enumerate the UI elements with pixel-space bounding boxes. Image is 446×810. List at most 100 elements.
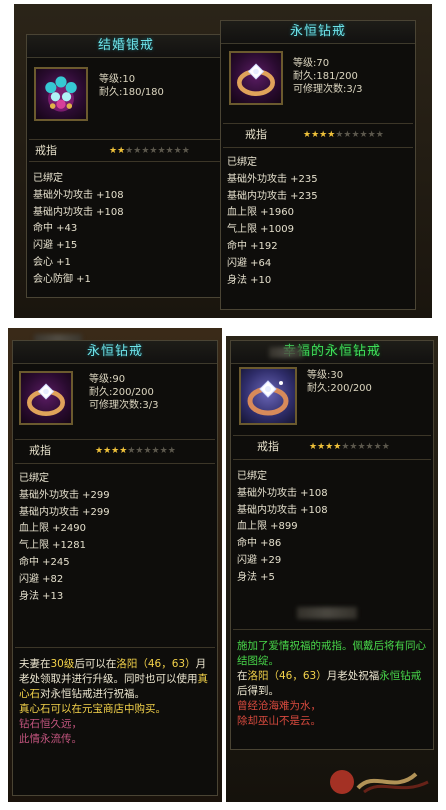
star-empty-icon: ★ bbox=[365, 442, 374, 452]
attr-row: 基础内功攻击 +299 bbox=[19, 506, 110, 518]
durability-text: 耐久:180/180 bbox=[99, 87, 164, 98]
bound-status: 已绑定 bbox=[33, 173, 63, 184]
attr-row: 身法 +13 bbox=[19, 590, 64, 602]
attr-row: 闪避 +29 bbox=[237, 554, 282, 566]
star-filled-icon: ★ bbox=[103, 446, 112, 456]
screenshot-top: 结婚银戒 等级:10 耐久:180/180 戒指 ★★★★★★★★★★ 已绑定 … bbox=[14, 4, 432, 318]
attr-row: 身法 +5 bbox=[237, 571, 275, 583]
star-empty-icon: ★ bbox=[351, 130, 360, 140]
star-filled-icon: ★ bbox=[109, 146, 118, 156]
blurred-region bbox=[269, 347, 303, 358]
attr-row: 命中 +192 bbox=[227, 240, 278, 252]
type-row: 戒指 ★★★★★★★★★★ bbox=[35, 143, 221, 159]
item-stats: 等级:10 耐久:180/180 bbox=[99, 73, 164, 99]
item-title: 幸福的永恒钻戒 bbox=[231, 341, 433, 364]
tooltip-wedding-silver-ring: 结婚银戒 等级:10 耐久:180/180 戒指 ★★★★★★★★★★ 已绑定 … bbox=[26, 34, 226, 298]
attr-row: 命中 +43 bbox=[33, 223, 78, 235]
tooltip-eternal-diamond-ring-90: 永恒钻戒 等级:90 耐久:200/200 可修理次数:3/3 戒指 ★★★★★… bbox=[12, 340, 218, 796]
bound-status: 已绑定 bbox=[237, 471, 267, 482]
poem-line: 钻石恒久远， bbox=[19, 718, 82, 730]
star-rating: ★★★★★★★★★★ bbox=[95, 443, 176, 459]
level-text: 等级:70 bbox=[293, 58, 330, 69]
attr-row: 基础外功攻击 +299 bbox=[19, 489, 110, 501]
repair-count-text: 可修理次数:3/3 bbox=[89, 400, 159, 411]
star-empty-icon: ★ bbox=[373, 442, 382, 452]
attr-row: 血上限 +1960 bbox=[227, 207, 295, 219]
attr-row: 血上限 +899 bbox=[237, 521, 298, 533]
attr-row: 基础内功攻击 +108 bbox=[237, 504, 328, 516]
attribute-list: 已绑定 基础外功攻击 +299 基础内功攻击 +299 血上限 +2490 气上… bbox=[19, 471, 110, 605]
poem-line: 除却巫山不是云。 bbox=[237, 715, 321, 727]
attr-row: 闪避 +64 bbox=[227, 257, 272, 269]
level-text: 等级:10 bbox=[99, 74, 136, 85]
attr-row: 气上限 +1009 bbox=[227, 224, 295, 236]
diamond-ring-icon bbox=[239, 367, 297, 425]
attribute-list: 已绑定 基础外功攻击 +235 基础内功攻击 +235 血上限 +1960 气上… bbox=[227, 155, 318, 289]
star-filled-icon: ★ bbox=[309, 442, 318, 452]
star-filled-icon: ★ bbox=[311, 130, 320, 140]
attr-row: 基础外功攻击 +108 bbox=[33, 189, 124, 201]
tooltip-blessed-eternal-diamond-ring: 幸福的永恒钻戒 等级:30 耐久:200/200 戒指 ★★★★★★★★★★ 已… bbox=[230, 340, 434, 750]
type-row: 戒指 ★★★★★★★★★★ bbox=[229, 127, 411, 143]
star-empty-icon: ★ bbox=[367, 130, 376, 140]
durability-text: 耐久:200/200 bbox=[307, 383, 372, 394]
type-row: 戒指 ★★★★★★★★★★ bbox=[21, 443, 211, 459]
diamond-ring-icon bbox=[19, 371, 73, 425]
durability-text: 耐久:200/200 bbox=[89, 387, 154, 398]
attr-row: 命中 +245 bbox=[19, 556, 70, 568]
item-title: 结婚银戒 bbox=[27, 35, 225, 58]
attr-row: 会心 +1 bbox=[33, 256, 71, 268]
attr-row: 血上限 +2490 bbox=[19, 523, 87, 535]
item-stats: 等级:30 耐久:200/200 bbox=[307, 369, 372, 395]
repair-count-text: 可修理次数:3/3 bbox=[293, 84, 363, 95]
poem-line: 曾经沧海难为水， bbox=[237, 700, 321, 712]
star-rating: ★★★★★★★★★★ bbox=[109, 143, 190, 159]
attr-row: 气上限 +1281 bbox=[19, 540, 87, 552]
type-label: 戒指 bbox=[245, 128, 267, 141]
tooltip-eternal-diamond-ring-70: 永恒钻戒 等级:70 耐久:181/200 可修理次数:3/3 戒指 ★★★★★… bbox=[220, 20, 416, 310]
poem-line: 此情永流传。 bbox=[19, 733, 82, 745]
star-empty-icon: ★ bbox=[173, 146, 182, 156]
attr-row: 基础外功攻击 +235 bbox=[227, 173, 318, 185]
star-rating: ★★★★★★★★★★ bbox=[309, 439, 390, 455]
item-stats: 等级:90 耐久:200/200 可修理次数:3/3 bbox=[89, 373, 158, 412]
star-empty-icon: ★ bbox=[157, 146, 166, 156]
level-text: 等级:90 bbox=[89, 374, 126, 385]
type-label: 戒指 bbox=[35, 144, 57, 157]
brooch-ring-icon bbox=[34, 67, 88, 121]
level-requirement: 30级 bbox=[50, 658, 75, 670]
attr-row: 基础内功攻击 +235 bbox=[227, 190, 318, 202]
star-empty-icon: ★ bbox=[375, 130, 384, 140]
star-empty-icon: ★ bbox=[159, 446, 168, 456]
bound-status: 已绑定 bbox=[19, 473, 49, 484]
attr-row: 闪避 +15 bbox=[33, 240, 78, 252]
location-link: 洛阳（46，63） bbox=[247, 670, 327, 682]
attribute-list: 已绑定 基础外功攻击 +108 基础内功攻击 +108 命中 +43 闪避 +1… bbox=[33, 171, 124, 289]
screenshot-bottom-left: 永恒钻戒 等级:90 耐久:200/200 可修理次数:3/3 戒指 ★★★★★… bbox=[8, 328, 222, 802]
item-description: 施加了爱情祝福的戒指。佩戴后将有同心结图绽。 在洛阳（46，63）月老处祝福永恒… bbox=[237, 639, 429, 729]
star-empty-icon: ★ bbox=[151, 446, 160, 456]
type-label: 戒指 bbox=[257, 440, 279, 453]
star-empty-icon: ★ bbox=[359, 130, 368, 140]
attr-row: 命中 +86 bbox=[237, 538, 282, 550]
attr-row: 闪避 +82 bbox=[19, 573, 64, 585]
diamond-ring-icon bbox=[229, 51, 283, 105]
type-row: 戒指 ★★★★★★★★★★ bbox=[239, 439, 429, 455]
star-empty-icon: ★ bbox=[357, 442, 366, 452]
star-empty-icon: ★ bbox=[167, 446, 176, 456]
star-filled-icon: ★ bbox=[317, 442, 326, 452]
screenshot-bottom-right: 幸福的永恒钻戒 等级:30 耐久:200/200 戒指 ★★★★★★★★★★ 已… bbox=[226, 336, 438, 802]
attr-row: 身法 +10 bbox=[227, 274, 272, 286]
attr-row: 基础外功攻击 +108 bbox=[237, 487, 328, 499]
blurred-region bbox=[297, 607, 357, 619]
attribute-list: 已绑定 基础外功攻击 +108 基础内功攻击 +108 血上限 +899 命中 … bbox=[237, 469, 328, 587]
star-rating: ★★★★★★★★★★ bbox=[303, 127, 384, 143]
star-empty-icon: ★ bbox=[143, 446, 152, 456]
shop-link: 元宝商店 bbox=[82, 703, 124, 715]
game-logo-watermark bbox=[330, 770, 429, 794]
star-filled-icon: ★ bbox=[117, 146, 126, 156]
item-title: 永恒钻戒 bbox=[221, 21, 415, 44]
durability-text: 耐久:181/200 bbox=[293, 71, 358, 82]
attr-row: 会心防御 +1 bbox=[33, 273, 91, 285]
star-empty-icon: ★ bbox=[181, 146, 190, 156]
